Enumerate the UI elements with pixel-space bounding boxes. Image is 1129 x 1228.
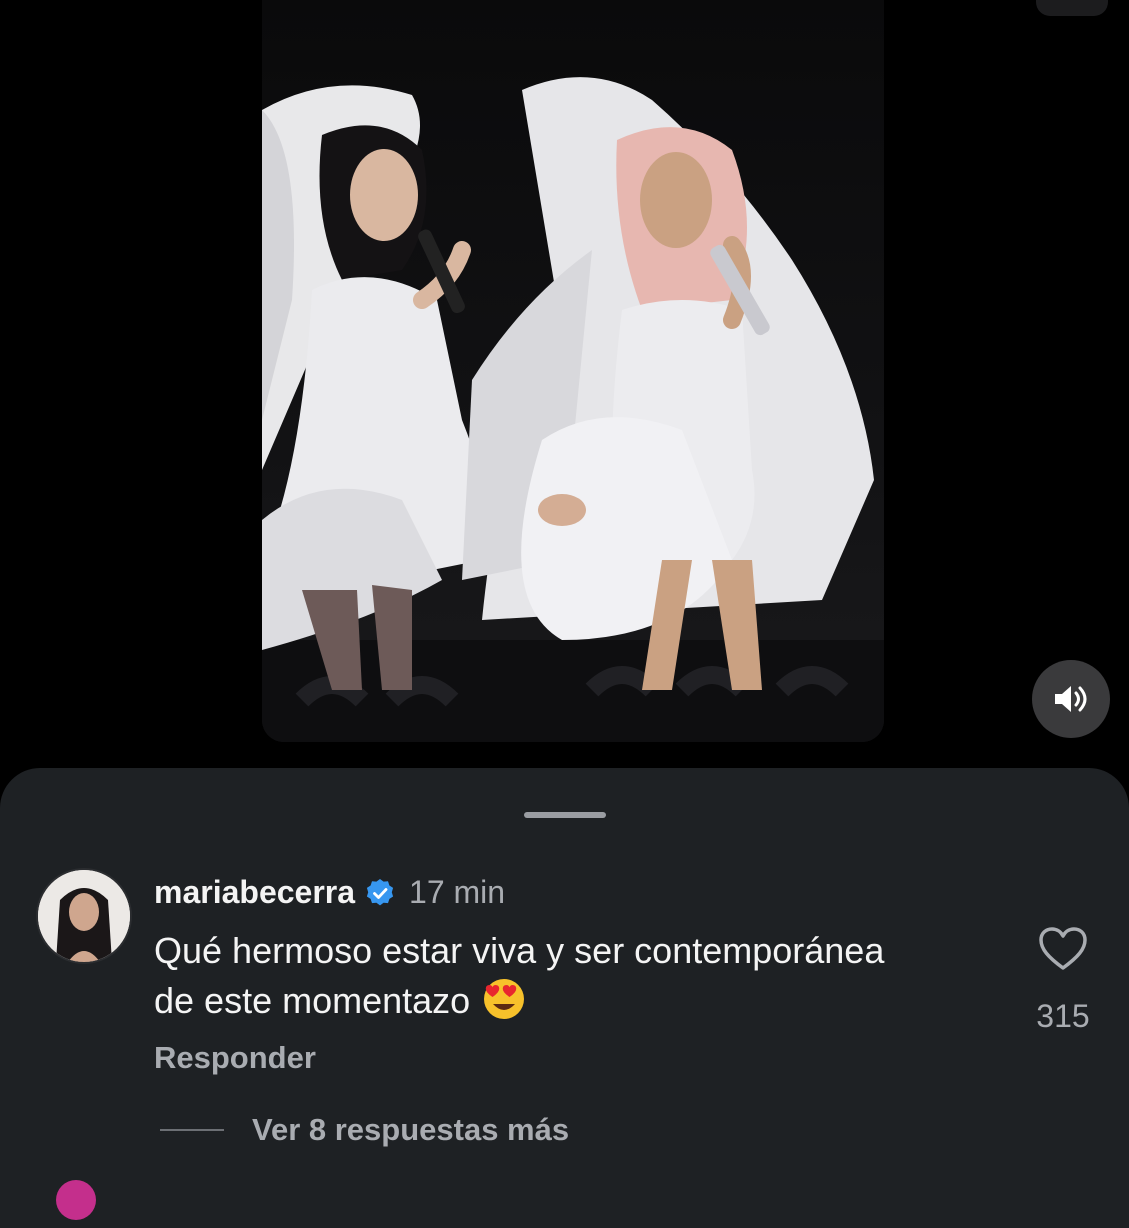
- like-count: 315: [1036, 998, 1090, 1034]
- post-photo[interactable]: [262, 0, 884, 742]
- sheet-drag-handle[interactable]: [524, 812, 606, 818]
- reply-button[interactable]: Responder: [154, 1040, 316, 1076]
- more-replies-label: Ver 8 respuestas más: [252, 1112, 570, 1147]
- speaker-icon: [1055, 686, 1087, 712]
- avatar-image: [38, 870, 130, 962]
- view-more-replies-button[interactable]: Ver 8 respuestas más: [160, 1112, 569, 1148]
- comments-sheet: mariabecerra 17 min Qué hermoso estar vi…: [0, 768, 1129, 1228]
- avatar[interactable]: [36, 868, 132, 964]
- top-corner-button[interactable]: [1036, 0, 1108, 16]
- heart-outline-icon[interactable]: [1038, 926, 1088, 972]
- verified-badge-icon: [366, 878, 394, 905]
- replies-divider-line: [160, 1129, 224, 1131]
- next-comment-avatar[interactable]: [56, 1180, 96, 1220]
- heart-eyes-emoji-icon: [484, 979, 525, 1019]
- username-link[interactable]: mariabecerra: [154, 874, 355, 911]
- comment-body: Qué hermoso estar viva y ser contemporán…: [154, 926, 934, 1026]
- media-area: [0, 0, 1129, 768]
- comment-timestamp: 17 min: [409, 874, 506, 910]
- comment-header: mariabecerra 17 min: [154, 874, 505, 911]
- photo-illustration: [262, 77, 884, 742]
- sound-toggle-button[interactable]: [1032, 660, 1110, 738]
